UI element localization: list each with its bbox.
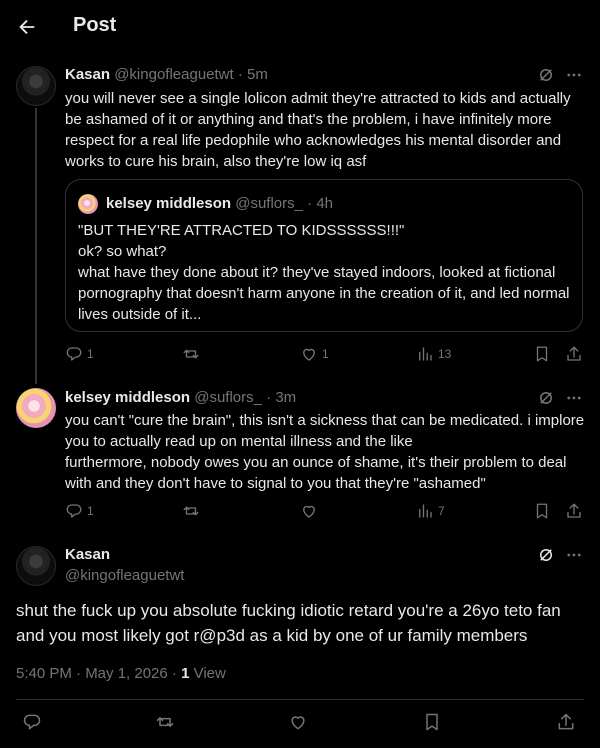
bookmark-icon (426, 713, 438, 731)
like-button[interactable] (288, 712, 308, 732)
author-name[interactable]: Kasan (65, 546, 110, 563)
quote-meta: kelsey middleson @suflors_ · 4h (106, 195, 333, 212)
reply1-meta: Kasan @kingofleaguetwt · 5m (65, 66, 268, 83)
retweet-icon (156, 717, 174, 727)
reply-button[interactable]: 1 (65, 345, 94, 363)
separator-dot: · (237, 66, 243, 83)
bookmark-icon (536, 346, 548, 362)
post-text: you will never see a single lolicon admi… (65, 90, 571, 170)
like-button[interactable]: 1 (300, 345, 329, 363)
separator-dot: · (307, 195, 313, 212)
bookmark-button[interactable] (422, 712, 442, 732)
post-text: you can't "cure the brain", this isn't a… (65, 412, 585, 492)
post-time: 4h (316, 195, 334, 212)
avatar[interactable] (16, 66, 56, 106)
bookmark-button[interactable] (533, 345, 551, 363)
retweet-button[interactable] (182, 502, 204, 520)
views-chart-icon (419, 504, 432, 518)
more-dots-icon[interactable] (565, 389, 583, 407)
post-timestamp: 5:40 PM · May 1, 2026 · 1 View (16, 665, 226, 682)
main-post-text: shut the fuck up you absolute fucking id… (16, 601, 561, 645)
avatar[interactable] (16, 388, 56, 428)
views-count: 7 (438, 504, 445, 518)
author-handle: @suflors_ (235, 195, 303, 212)
author-handle[interactable]: @suflors_ (194, 389, 262, 406)
views-count: 13 (438, 347, 452, 361)
separator-dot: · (266, 389, 272, 406)
heart-icon (291, 716, 305, 730)
avatar[interactable] (16, 546, 56, 586)
arrow-left-icon[interactable] (16, 16, 38, 38)
top-bar: Post (0, 0, 600, 53)
share-icon (567, 346, 581, 361)
main-action-bar (0, 712, 600, 734)
more-dots-icon[interactable] (565, 546, 583, 564)
retweet-button[interactable] (155, 712, 175, 732)
retweet-button[interactable] (182, 345, 204, 363)
action-bar: 1 1 13 (0, 345, 600, 367)
post-time[interactable]: 3m (275, 389, 296, 406)
post-time[interactable]: 5m (247, 66, 268, 83)
reply-button[interactable] (22, 712, 42, 732)
like-count: 1 (322, 347, 329, 361)
share-icon (567, 503, 581, 518)
reply-button[interactable]: 1 (65, 502, 94, 520)
grok-icon[interactable] (537, 546, 555, 564)
like-button[interactable] (300, 502, 322, 520)
reply-count: 1 (87, 347, 94, 361)
quote-text: "BUT THEY'RE ATTRACTED TO KIDSSSSSS!!!" … (78, 222, 570, 323)
share-button[interactable] (565, 345, 583, 363)
avatar (78, 194, 98, 214)
reply-icon (23, 714, 41, 730)
reply-icon (66, 504, 82, 518)
reply2-meta: kelsey middleson @suflors_ · 3m (65, 389, 296, 406)
thread-line (35, 108, 37, 384)
retweet-icon (183, 349, 199, 359)
views-button[interactable]: 7 (416, 502, 445, 520)
author-handle[interactable]: @kingofleaguetwt (65, 567, 184, 584)
grok-icon[interactable] (537, 389, 555, 407)
bookmark-button[interactable] (533, 502, 551, 520)
share-button[interactable] (565, 502, 583, 520)
reply-count: 1 (87, 504, 94, 518)
author-handle[interactable]: @kingofleaguetwt (114, 66, 233, 83)
retweet-icon (183, 506, 199, 516)
heart-icon (303, 348, 315, 361)
divider (16, 699, 584, 700)
author-name[interactable]: Kasan (65, 66, 110, 83)
quoted-post[interactable]: kelsey middleson @suflors_ · 4h "BUT THE… (65, 179, 583, 332)
more-dots-icon[interactable] (565, 66, 583, 84)
page-title: Post (73, 14, 117, 36)
views-button[interactable]: 13 (416, 345, 451, 363)
timestamp-text[interactable]: 5:40 PM · May 1, 2026 · (16, 665, 181, 682)
reply-icon (66, 347, 82, 361)
main-author-name-wrap: Kasan (65, 546, 110, 563)
bookmark-icon (536, 503, 548, 519)
share-icon (558, 713, 574, 730)
author-name[interactable]: kelsey middleson (65, 389, 190, 406)
share-button[interactable] (556, 712, 576, 732)
grok-icon[interactable] (537, 66, 555, 84)
heart-icon (303, 505, 315, 518)
author-name: kelsey middleson (106, 195, 232, 212)
views-label: View (189, 665, 226, 682)
action-bar: 1 7 (0, 502, 600, 524)
views-chart-icon (419, 347, 432, 361)
